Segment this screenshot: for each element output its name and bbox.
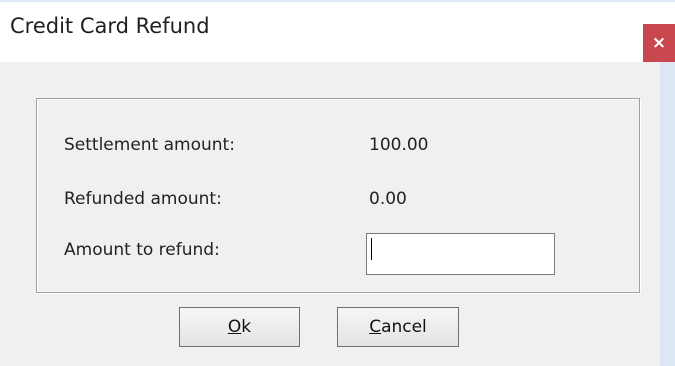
- title-bar[interactable]: Credit Card Refund: [0, 2, 675, 62]
- cancel-button-label-rest: ancel: [381, 317, 427, 337]
- settlement-amount-value: 100.00: [369, 135, 429, 155]
- close-icon: ×: [651, 33, 667, 53]
- ok-button-label-rest: k: [241, 317, 252, 337]
- cancel-button-accelerator: C: [369, 317, 382, 337]
- text-caret: [371, 238, 372, 260]
- background-strip: [660, 62, 675, 366]
- refunded-amount-value: 0.00: [369, 189, 407, 209]
- amount-to-refund-input[interactable]: [366, 233, 555, 275]
- settlement-amount-label: Settlement amount:: [64, 135, 235, 155]
- refunded-amount-label: Refunded amount:: [64, 189, 222, 209]
- ok-button[interactable]: Ok: [179, 307, 300, 347]
- ok-button-accelerator: O: [227, 317, 242, 337]
- window-title: Credit Card Refund: [10, 14, 210, 38]
- cancel-button[interactable]: Cancel: [337, 307, 459, 347]
- amount-to-refund-label: Amount to refund:: [64, 240, 220, 260]
- close-button[interactable]: ×: [643, 24, 675, 62]
- credit-card-refund-dialog: Credit Card Refund × Settlement amount: …: [0, 0, 675, 366]
